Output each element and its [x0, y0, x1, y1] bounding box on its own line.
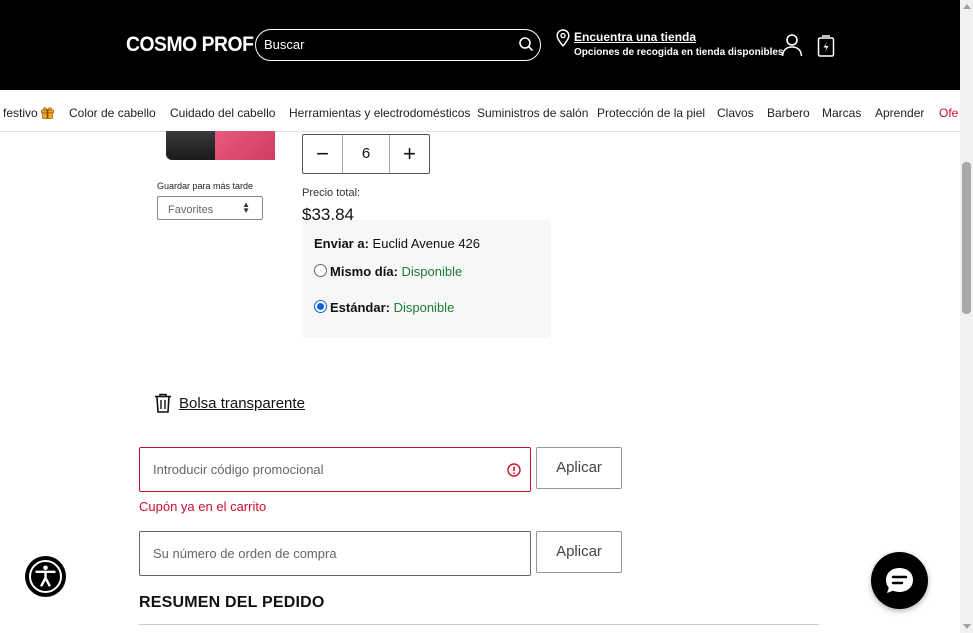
nav-item-suministros-de-salon[interactable]: Suministros de salón [477, 106, 588, 120]
po-number-field[interactable] [139, 531, 531, 576]
chat-button[interactable] [871, 552, 928, 609]
nav-item-herramientas[interactable]: Herramientas y electrodomésticos [289, 106, 470, 120]
order-summary-title: RESUMEN DEL PEDIDO [139, 594, 325, 611]
nav-item-proteccion-de-la-piel[interactable]: Protección de la piel [597, 106, 705, 120]
search-icon[interactable] [518, 36, 534, 52]
nav-item-cuidado-del-cabello[interactable]: Cuidado del cabello [170, 106, 275, 120]
divider [139, 624, 819, 625]
radio-standard[interactable] [314, 300, 327, 313]
store-pickup-text: Opciones de recogida en tienda disponibl… [574, 47, 784, 58]
ship-to: Enviar a: Euclid Avenue 426 [314, 236, 481, 251]
scroll-down-icon[interactable] [963, 624, 971, 629]
nav-item-festivo[interactable]: festivo [3, 106, 54, 120]
category-nav: festivo Color de cabello Cuidado del cab… [0, 90, 960, 132]
total-price-label: Precio total: [302, 187, 361, 199]
logo[interactable]: COSMO PROF [126, 33, 254, 57]
accessibility-icon [29, 560, 62, 593]
radio-same-day[interactable] [314, 264, 327, 277]
po-number-input[interactable] [153, 532, 493, 575]
scroll-up-icon[interactable] [963, 4, 971, 9]
promo-code-field[interactable] [139, 447, 531, 492]
find-store-link[interactable]: Encuentra una tienda [574, 30, 696, 44]
quantity-stepper[interactable]: − 6 + [302, 134, 430, 174]
nav-item-marcas[interactable]: Marcas [822, 106, 861, 120]
chat-icon [886, 568, 913, 593]
minus-icon[interactable]: − [303, 135, 343, 173]
quantity-value[interactable]: 6 [343, 135, 389, 173]
shipping-option-standard[interactable]: Estándar: Disponible [314, 300, 454, 315]
shipping-options: Enviar a: Euclid Avenue 426 Mismo día: D… [302, 220, 551, 338]
nav-item-color-de-cabello[interactable]: Color de cabello [69, 106, 156, 120]
select-arrows-icon: ▲ ▼ [242, 200, 250, 215]
clear-bag-label[interactable]: Bolsa transparente [179, 395, 305, 412]
save-for-later-label: Guardar para más tarde [157, 181, 254, 191]
accessibility-button[interactable] [25, 556, 66, 597]
location-pin-icon [556, 29, 570, 47]
favorites-select[interactable]: Favorites ▲ ▼ [157, 196, 263, 220]
page-scrollbar[interactable] [960, 0, 973, 633]
plus-icon[interactable]: + [389, 135, 429, 173]
nav-item-barbero[interactable]: Barbero [767, 106, 810, 120]
warning-icon [507, 463, 521, 477]
store-finder[interactable]: Encuentra una tienda Opciones de recogid… [556, 29, 784, 65]
nav-item-clavos[interactable]: Clavos [717, 106, 754, 120]
nav-item-aprender[interactable]: Aprender [875, 106, 924, 120]
promo-error-message: Cupón ya en el carrito [139, 499, 267, 514]
promo-code-input[interactable] [153, 448, 493, 491]
nav-item-ofertas[interactable]: Ofe [939, 106, 958, 120]
search-input[interactable] [264, 30, 514, 59]
ship-to-address[interactable]: Euclid Avenue 426 [373, 236, 480, 251]
gift-icon [40, 107, 54, 119]
apply-promo-button[interactable]: Aplicar [536, 447, 622, 489]
search-bar[interactable] [255, 29, 541, 61]
shipping-option-same-day[interactable]: Mismo día: Disponible [314, 264, 462, 279]
cart-icon[interactable] [817, 35, 835, 57]
apply-po-button[interactable]: Aplicar [536, 531, 622, 573]
site-header: COSMO PROF Encuentra una tienda Opciones… [0, 0, 960, 90]
trash-icon [155, 393, 171, 413]
account-icon[interactable] [781, 33, 803, 57]
product-image[interactable] [215, 131, 275, 160]
favorites-select-value: Favorites [168, 204, 214, 216]
scrollbar-thumb[interactable] [962, 162, 971, 314]
